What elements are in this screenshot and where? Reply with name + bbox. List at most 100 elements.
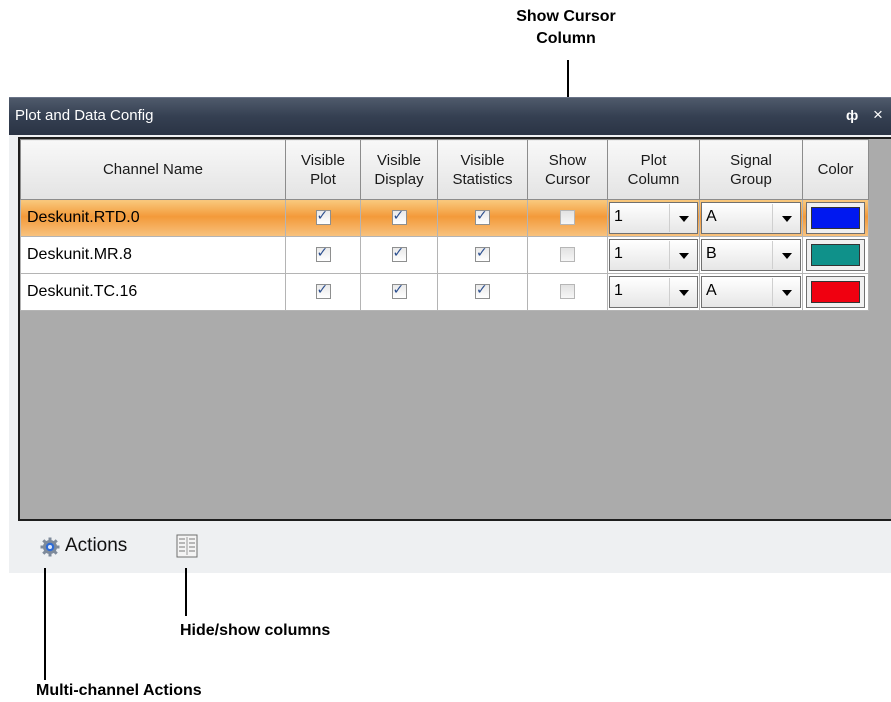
col-header-visible-display[interactable]: Visible Display	[360, 139, 438, 200]
visible-statistics-checkbox[interactable]	[475, 208, 490, 226]
plot-column-dropdown[interactable]: 1	[609, 276, 698, 308]
callout-multi-channel-leader	[44, 568, 46, 680]
header-label: Signal	[730, 151, 772, 169]
close-icon[interactable]: ×	[873, 105, 883, 125]
signal-group-dropdown-value: A	[706, 282, 717, 299]
chevron-down-icon[interactable]	[782, 216, 792, 222]
color-picker-button[interactable]	[806, 239, 865, 271]
callout-show-cursor-column: Show Cursor Column	[496, 6, 636, 50]
gear-icon[interactable]	[40, 537, 60, 557]
channel-name-cell[interactable]: Deskunit.TC.16	[20, 273, 286, 311]
channel-grid: Channel Name Visible Plot Visible Display …	[18, 137, 891, 521]
show-cursor-checkbox[interactable]	[560, 247, 575, 263]
col-header-color[interactable]: Color	[802, 139, 869, 200]
col-header-visible-plot[interactable]: Visible Plot	[285, 139, 361, 200]
chevron-down-icon[interactable]	[679, 216, 689, 222]
signal-group-dropdown[interactable]: B	[701, 239, 801, 271]
callout-show-cursor-line2: Column	[536, 30, 596, 47]
header-label: Group	[730, 170, 772, 188]
visible-plot-checkbox[interactable]	[315, 282, 331, 300]
color-cell	[802, 273, 869, 311]
visible-statistics-checkbox[interactable]	[475, 245, 490, 263]
channel-name-cell[interactable]: Deskunit.RTD.0	[20, 199, 286, 237]
plot-and-data-config-panel: Plot and Data Config ф × Channel Name Vi…	[9, 97, 891, 573]
plot-column-cell: 1	[607, 199, 700, 237]
dropdown-separator	[669, 204, 670, 232]
actions-button[interactable]: Actions	[65, 535, 127, 557]
signal-group-cell: B	[699, 236, 803, 274]
chevron-down-icon[interactable]	[782, 290, 792, 296]
show-cursor-checkbox[interactable]	[560, 210, 575, 226]
callout-hide-show-columns: Hide/show columns	[180, 622, 331, 639]
plot-column-cell: 1	[607, 273, 700, 311]
table-row[interactable]: Deskunit.MR.8 1 B	[20, 236, 869, 274]
channel-rows: Deskunit.RTD.01ADeskunit.MR.81BDeskunit.…	[20, 199, 869, 311]
dropdown-separator	[772, 241, 773, 269]
plot-column-dropdown-value: 1	[614, 208, 623, 225]
table-row[interactable]: Deskunit.TC.16 1 A	[20, 273, 869, 311]
col-header-signal-group[interactable]: Signal Group	[699, 139, 803, 200]
signal-group-dropdown[interactable]: A	[701, 202, 801, 234]
visible-display-cell	[360, 199, 438, 237]
actions-bar: Actions	[9, 521, 891, 571]
pin-icon[interactable]: ф	[846, 107, 858, 123]
callout-hide-show-leader	[185, 568, 187, 616]
header-label: Plot	[640, 151, 667, 169]
visible-statistics-checkbox[interactable]	[475, 282, 490, 300]
signal-group-dropdown-value: B	[706, 245, 717, 262]
channel-name-cell[interactable]: Deskunit.MR.8	[20, 236, 286, 274]
header-label: Channel Name	[102, 161, 204, 178]
plot-column-cell: 1	[607, 236, 700, 274]
show-cursor-checkbox[interactable]	[560, 284, 575, 300]
header-label: Plot	[310, 170, 336, 188]
chevron-down-icon[interactable]	[782, 253, 792, 259]
signal-group-dropdown[interactable]: A	[701, 276, 801, 308]
header-row: Channel Name Visible Plot Visible Display …	[20, 139, 869, 200]
color-picker-button[interactable]	[806, 276, 865, 308]
color-swatch	[811, 244, 860, 266]
chevron-down-icon[interactable]	[679, 290, 689, 296]
visible-display-cell	[360, 273, 438, 311]
header-label: Cursor	[544, 170, 590, 188]
chevron-down-icon[interactable]	[679, 253, 689, 259]
visible-display-checkbox[interactable]	[391, 282, 407, 300]
signal-group-cell: A	[699, 273, 803, 311]
visible-plot-checkbox[interactable]	[315, 208, 331, 226]
dropdown-separator	[772, 204, 773, 232]
callout-multi-channel-actions: Multi-channel Actions	[36, 682, 202, 699]
header-label: Show	[548, 151, 587, 169]
header-label: Color	[817, 161, 854, 178]
plot-column-dropdown[interactable]: 1	[609, 239, 698, 271]
columns-icon[interactable]	[176, 534, 198, 558]
visible-plot-checkbox[interactable]	[315, 245, 331, 263]
header-label: Display	[374, 170, 424, 188]
dropdown-separator	[669, 278, 670, 306]
table-row[interactable]: Deskunit.RTD.0 1 A	[20, 199, 869, 237]
visible-plot-cell	[285, 273, 361, 311]
col-header-channel-name[interactable]: Channel Name	[20, 139, 286, 200]
plot-column-dropdown-value: 1	[614, 245, 623, 262]
col-header-show-cursor[interactable]: Show Cursor	[527, 139, 608, 200]
plot-column-dropdown[interactable]: 1	[609, 202, 698, 234]
visible-display-checkbox[interactable]	[391, 245, 407, 263]
color-swatch	[811, 207, 860, 229]
signal-group-dropdown-value: A	[706, 208, 717, 225]
col-header-visible-statistics[interactable]: Visible Statistics	[437, 139, 528, 200]
signal-group-cell: A	[699, 199, 803, 237]
visible-statistics-cell	[437, 236, 528, 274]
show-cursor-cell	[527, 236, 608, 274]
header-label: Statistics	[452, 170, 513, 188]
visible-display-cell	[360, 236, 438, 274]
dropdown-separator	[669, 241, 670, 269]
header-label: Visible	[301, 151, 345, 169]
visible-statistics-cell	[437, 273, 528, 311]
col-header-plot-column[interactable]: Plot Column	[607, 139, 700, 200]
visible-plot-cell	[285, 236, 361, 274]
dropdown-separator	[772, 278, 773, 306]
plot-column-dropdown-value: 1	[614, 282, 623, 299]
channel-table: Channel Name Visible Plot Visible Display …	[20, 139, 869, 311]
color-picker-button[interactable]	[806, 202, 865, 234]
visible-statistics-cell	[437, 199, 528, 237]
visible-display-checkbox[interactable]	[391, 208, 407, 226]
show-cursor-cell	[527, 199, 608, 237]
